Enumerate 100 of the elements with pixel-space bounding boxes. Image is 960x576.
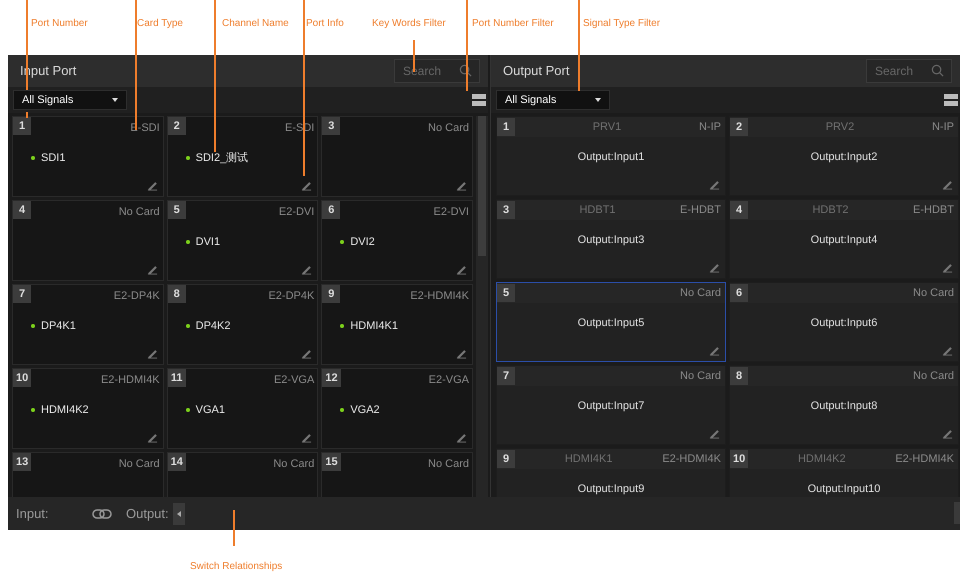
edit-icon[interactable]: [146, 180, 158, 191]
port-card[interactable]: 7 E2-DP4K DP4K1: [12, 284, 164, 365]
port-card[interactable]: 11 E2-VGA VGA1: [166, 368, 318, 449]
channel-name: SDI2_测试: [196, 150, 248, 166]
edit-icon[interactable]: [942, 345, 953, 356]
callout-label: Port Number: [31, 17, 88, 31]
source-name: PRV1: [592, 120, 622, 135]
card-type: E2-VGA: [428, 373, 470, 388]
edit-icon[interactable]: [146, 432, 158, 443]
edit-icon[interactable]: [301, 432, 312, 443]
output-mapping: Output:Input1: [576, 150, 646, 165]
output-card[interactable]: 2 PRV2 N-IP Output:Input2: [729, 116, 959, 196]
port-number: 1: [497, 118, 515, 136]
port-card[interactable]: 14 No Card: [166, 452, 318, 497]
output-card[interactable]: 4 HDBT2 E-HDBT Output:Input4: [729, 199, 959, 279]
card-type: No Card: [273, 457, 316, 472]
port-number: 5: [168, 201, 186, 219]
caret-icon: [595, 98, 601, 102]
edit-icon[interactable]: [942, 262, 953, 273]
card-type: E2-HDMI4K: [410, 289, 470, 304]
port-number: 10: [13, 369, 32, 387]
edit-icon[interactable]: [456, 180, 467, 191]
edit-icon[interactable]: [942, 179, 953, 190]
edit-icon[interactable]: [456, 264, 467, 275]
output-mapping: Output:Input8: [810, 399, 878, 414]
port-card[interactable]: 13 No Card: [12, 452, 164, 497]
card-type: No Card: [428, 121, 470, 136]
output-label: Output:: [126, 504, 169, 523]
list-view-icon[interactable]: [472, 94, 486, 106]
port-card[interactable]: 1 E-SDI SDI1: [12, 116, 164, 197]
edit-icon[interactable]: [942, 428, 953, 439]
port-number: 2: [730, 118, 748, 136]
output-card[interactable]: 1 PRV1 N-IP Output:Input1: [496, 116, 726, 196]
port-number: 15: [322, 453, 341, 471]
source-name: HDBT1: [579, 202, 616, 218]
port-card[interactable]: 9 E2-HDMI4K HDMI4K1: [321, 284, 473, 365]
output-mapping: Output:Input6: [810, 316, 878, 331]
caret-left-icon: [176, 510, 181, 516]
output-card[interactable]: 7 No Card Output:Input7: [496, 365, 726, 445]
port-card[interactable]: 6 E2-DVI DVI2: [321, 200, 473, 281]
port-number: 8: [168, 285, 186, 303]
output-card[interactable]: 3 HDBT1 E-HDBT Output:Input3: [496, 199, 726, 279]
port-number: 12: [322, 369, 341, 387]
channel-name: SDI1: [41, 150, 66, 166]
port-card[interactable]: 15 No Card: [321, 452, 473, 497]
card-type: E2-DP4K: [114, 289, 161, 304]
card-type: E2-VGA: [274, 373, 316, 388]
port-number: 5: [497, 284, 515, 302]
link-icon[interactable]: [92, 508, 112, 518]
port-number: 4: [13, 201, 31, 219]
card-type: E2-HDMI4K: [100, 373, 161, 388]
edit-icon[interactable]: [709, 262, 720, 273]
list-view-icon[interactable]: [944, 94, 958, 106]
port-number: 6: [730, 284, 748, 302]
port-number: 1: [13, 117, 31, 135]
edit-icon[interactable]: [456, 432, 467, 443]
card-type: No Card: [680, 368, 722, 384]
output-mapping: Output:Input5: [576, 316, 646, 331]
card-type: No Card: [680, 286, 722, 301]
port-number: 3: [322, 117, 340, 135]
port-number: 7: [497, 367, 515, 385]
card-type: E-SDI: [130, 121, 161, 136]
search-field[interactable]: Search: [394, 59, 480, 83]
edit-icon[interactable]: [456, 348, 467, 359]
port-card[interactable]: 3 No Card: [321, 116, 473, 197]
port-number: 11: [168, 369, 186, 387]
card-type: No Card: [118, 457, 161, 472]
edit-icon[interactable]: [709, 179, 720, 190]
port-card[interactable]: 10 E2-HDMI4K HDMI4K2: [12, 368, 164, 449]
card-type: No Card: [118, 205, 161, 220]
output-card[interactable]: 8 No Card Output:Input8: [729, 365, 959, 445]
edit-icon[interactable]: [301, 264, 312, 275]
port-card[interactable]: 5 E2-DVI DVI1: [166, 200, 318, 281]
card-type: E2-DVI: [278, 205, 316, 220]
edit-icon[interactable]: [146, 264, 158, 275]
output-mapping: Output:Input3: [576, 233, 646, 248]
search-field[interactable]: Search: [866, 59, 952, 83]
edit-icon[interactable]: [709, 345, 720, 356]
edit-icon[interactable]: [301, 180, 312, 191]
signal-dropdown[interactable]: All Signals: [496, 90, 610, 110]
signal-dropdown[interactable]: All Signals: [13, 90, 127, 110]
output-card[interactable]: 9 HDMI4K1 E2-HDMI4K Output:Input9: [496, 448, 726, 497]
output-card[interactable]: 6 No Card Output:Input6: [729, 282, 959, 362]
channel-name: DVI1: [196, 234, 220, 250]
card-type: N-IP: [932, 120, 955, 135]
port-card[interactable]: 4 No Card: [12, 200, 164, 281]
output-card[interactable]: 5 No Card Output:Input5: [496, 282, 726, 362]
port-card[interactable]: 8 E2-DP4K DP4K2: [166, 284, 318, 365]
edit-icon[interactable]: [146, 348, 158, 359]
edit-icon[interactable]: [709, 428, 720, 439]
card-type: E-HDBT: [913, 202, 955, 218]
port-number: 4: [730, 201, 748, 219]
edit-icon[interactable]: [301, 348, 312, 359]
callout-label: Port Info: [306, 17, 344, 31]
source-name: HDBT2: [812, 202, 849, 218]
caret-icon: [112, 98, 118, 102]
port-card[interactable]: 12 E2-VGA VGA2: [321, 368, 473, 449]
output-card[interactable]: 10 HDMI4K2 E2-HDMI4K Output:Input10: [729, 448, 959, 497]
scroll-left-button[interactable]: [172, 502, 185, 524]
scrollbar[interactable]: [476, 116, 488, 497]
